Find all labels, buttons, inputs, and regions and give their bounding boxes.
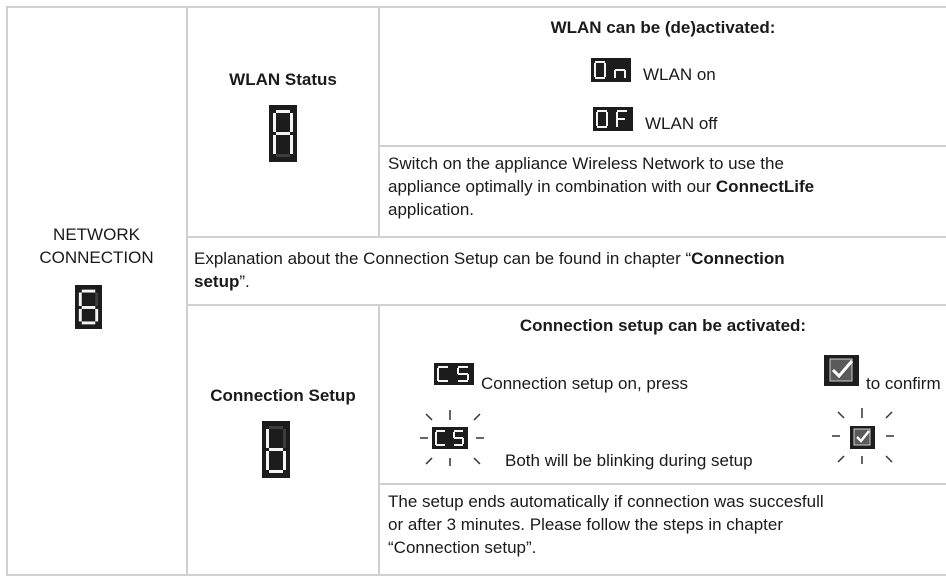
wlan-description-line1: Switch on the appliance Wireless Network… (388, 154, 784, 173)
connection-header: Connection setup can be activated: (519, 316, 807, 335)
network-connection-title-line1: NETWORK (53, 225, 140, 244)
blinking-label: Both will be blinking during setup (505, 451, 753, 470)
setup-end-line1: The setup ends automatically if connecti… (388, 492, 824, 511)
row-divider-explanation-top (187, 236, 946, 238)
wlan-status-title: WLAN Status (229, 70, 337, 89)
table-border-top (6, 6, 946, 8)
explanation-line1: Explanation about the Connection Setup c… (194, 248, 785, 270)
wlan-off-code-display (593, 107, 633, 131)
wlan-description-line3: application. (388, 200, 475, 219)
connection-setup-title: Connection Setup (210, 386, 356, 405)
setup-end-line3: “Connection setup”. (388, 538, 537, 557)
explanation-chapter-part2: setup (194, 272, 240, 291)
explanation-line2: setup”. (194, 271, 250, 293)
setup-end-line2: or after 3 minutes. Please follow the st… (388, 515, 783, 534)
connectlife-app-name: ConnectLife (715, 177, 815, 196)
row-divider-wlan-mid (379, 145, 946, 147)
check-blink-rays-icon (832, 408, 894, 464)
cs-blink-rays-icon (420, 410, 484, 466)
connection-line1-end: to confirm (866, 374, 941, 393)
col-divider-1 (186, 6, 188, 576)
wlan-on-code-display (591, 58, 631, 82)
wlan-digit-display (269, 105, 297, 162)
wlan-on-label: WLAN on (643, 65, 716, 84)
col-divider-2 (378, 6, 380, 237)
connection-digit-display (262, 421, 290, 478)
col-divider-2b (378, 305, 380, 576)
explanation-text: Explanation about the Connection Setup c… (194, 249, 692, 268)
row-divider-connection-mid (379, 483, 946, 485)
wlan-description-line2: appliance optimally in combination with … (388, 176, 814, 198)
confirm-check-icon (824, 355, 859, 386)
network-digit-display (75, 285, 102, 329)
wlan-description-line2-text: appliance optimally in combination with … (388, 177, 716, 196)
explanation-chapter-part1: Connection (691, 249, 785, 268)
wlan-off-label: WLAN off (645, 114, 718, 133)
table-border-left (6, 6, 8, 576)
row-divider-explanation-bottom (187, 304, 946, 306)
cs-code-display (434, 363, 474, 385)
network-connection-title-line2: CONNECTION (39, 248, 154, 267)
wlan-header: WLAN can be (de)activated: (550, 18, 776, 37)
explanation-end: ”. (239, 272, 250, 291)
connection-line1-text: Connection setup on, press (481, 374, 688, 393)
